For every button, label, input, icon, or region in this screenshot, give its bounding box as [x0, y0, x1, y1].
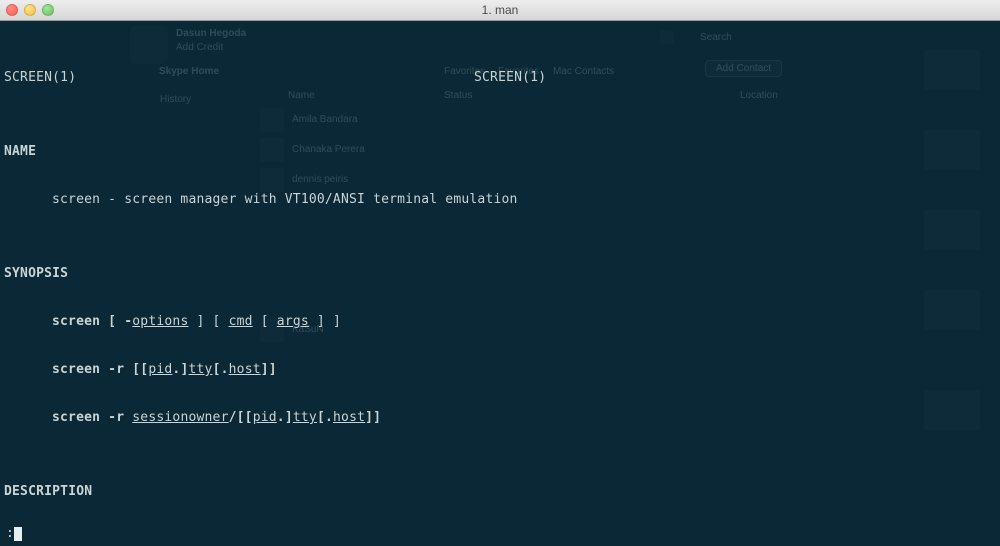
window-title: 1. man	[0, 3, 1000, 17]
man-header: SCREEN(1) SCREEN(1)	[4, 70, 996, 86]
synopsis-line-2: screen -r [[pid.]tty[.host]]	[4, 362, 622, 378]
man-header-right: SCREEN(1)	[474, 70, 546, 86]
section-synopsis-heading: SYNOPSIS	[4, 266, 996, 282]
section-name-body: screen - screen manager with VT100/ANSI …	[4, 192, 622, 208]
cursor-block	[14, 527, 22, 541]
section-name-heading: NAME	[4, 144, 996, 160]
synopsis-line-1: screen [ -options ] [ cmd [ args ] ]	[4, 314, 622, 330]
minimize-icon[interactable]	[24, 4, 36, 16]
section-description-heading: DESCRIPTION	[4, 484, 996, 500]
synopsis-line-3: screen -r sessionowner/[[pid.]tty[.host]…	[4, 410, 622, 426]
close-icon[interactable]	[6, 4, 18, 16]
zoom-icon[interactable]	[42, 4, 54, 16]
pager-colon: :	[6, 526, 14, 542]
window-titlebar: 1. man	[0, 0, 1000, 21]
pager-prompt[interactable]: :	[6, 526, 22, 542]
window-controls	[0, 4, 54, 16]
man-header-left: SCREEN(1)	[4, 70, 474, 86]
terminal-output[interactable]: SCREEN(1) SCREEN(1) NAME screen - screen…	[0, 20, 1000, 546]
